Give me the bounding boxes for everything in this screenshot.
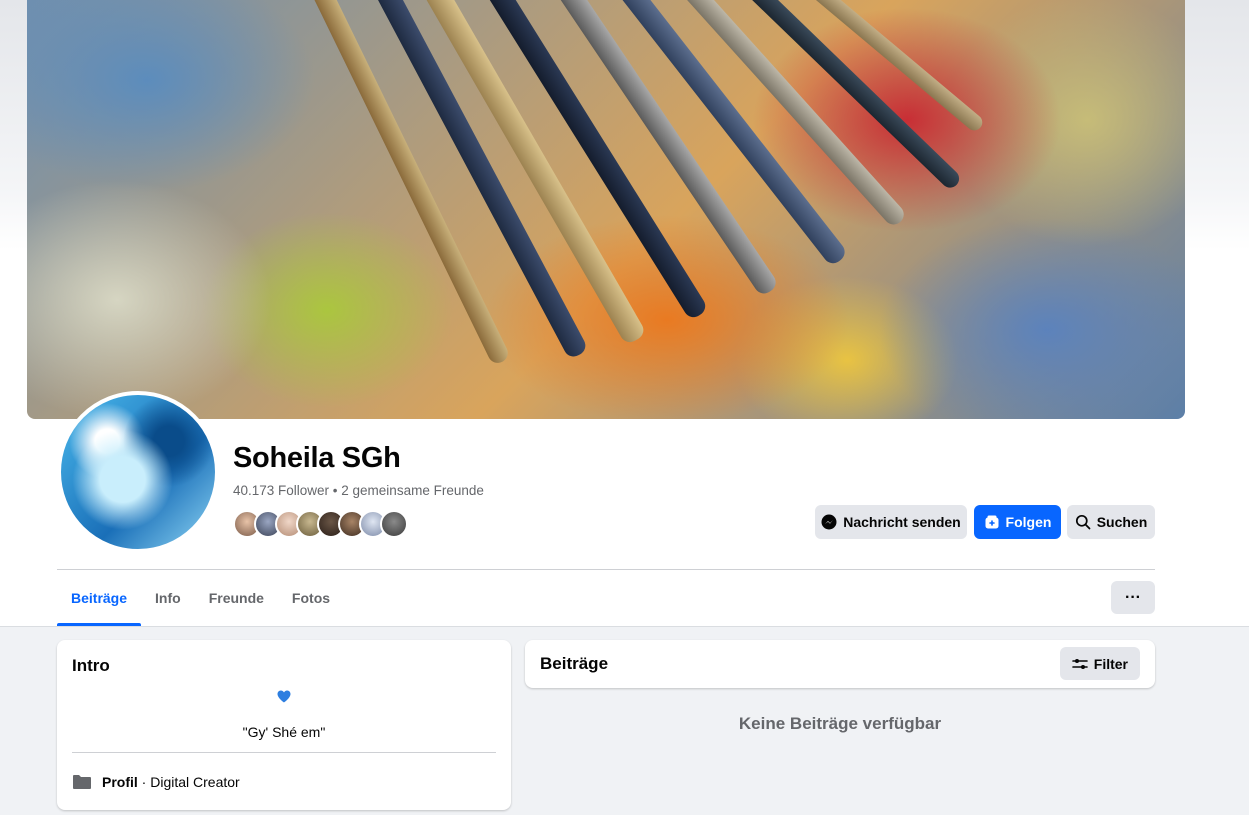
follower-count[interactable]: 40.173 Follower • 2 gemeinsame Freunde — [233, 483, 484, 498]
follow-button[interactable]: Folgen — [974, 505, 1061, 539]
tab-photos[interactable]: Fotos — [278, 570, 344, 626]
intro-divider — [72, 752, 496, 753]
follow-label: Folgen — [1005, 514, 1052, 530]
cover-photo[interactable] — [27, 0, 1185, 419]
profile-tabs: Beiträge Info Freunde Fotos — [57, 570, 344, 626]
sliders-icon — [1071, 658, 1088, 669]
no-posts-message: Keine Beiträge verfügbar — [738, 714, 942, 733]
tab-posts[interactable]: Beiträge — [57, 570, 142, 626]
filter-label: Filter — [1093, 655, 1128, 672]
profile-avatar[interactable] — [57, 391, 219, 553]
filter-button[interactable]: Filter — [1059, 647, 1140, 680]
intro-bio: "Gy' Shé em" — [242, 724, 326, 740]
search-button[interactable]: Suchen — [1067, 505, 1155, 539]
folder-icon — [73, 775, 91, 789]
messenger-icon — [821, 514, 837, 530]
send-message-button[interactable]: Nachricht senden — [815, 505, 967, 539]
search-icon — [1075, 514, 1091, 530]
send-message-label: Nachricht senden — [843, 514, 961, 530]
follow-icon — [985, 515, 999, 529]
friend-avatar[interactable] — [380, 510, 408, 538]
intro-category-type: Profil — [102, 774, 138, 790]
intro-card: Intro "Gy' Shé em" Profil · Digital Crea… — [57, 640, 511, 810]
more-dots-icon: ··· — [1125, 588, 1141, 606]
search-label: Suchen — [1096, 514, 1148, 530]
mutual-friends-avatars[interactable] — [233, 510, 408, 540]
posts-card: Beiträge Filter — [525, 640, 1155, 688]
profile-name: Soheila SGh — [233, 442, 401, 474]
more-options-button[interactable]: ··· — [1111, 581, 1155, 614]
intro-category: Profil · Digital Creator — [72, 774, 240, 790]
intro-category-value: · Digital Creator — [137, 774, 240, 790]
posts-title: Beiträge — [540, 654, 609, 673]
profile-header: Soheila SGh 40.173 Follower • 2 gemeinsa… — [0, 0, 1249, 626]
tab-friends[interactable]: Freunde — [195, 570, 278, 626]
tab-info[interactable]: Info — [141, 570, 195, 626]
blue-heart-icon — [276, 688, 292, 704]
intro-title: Intro — [72, 656, 110, 675]
